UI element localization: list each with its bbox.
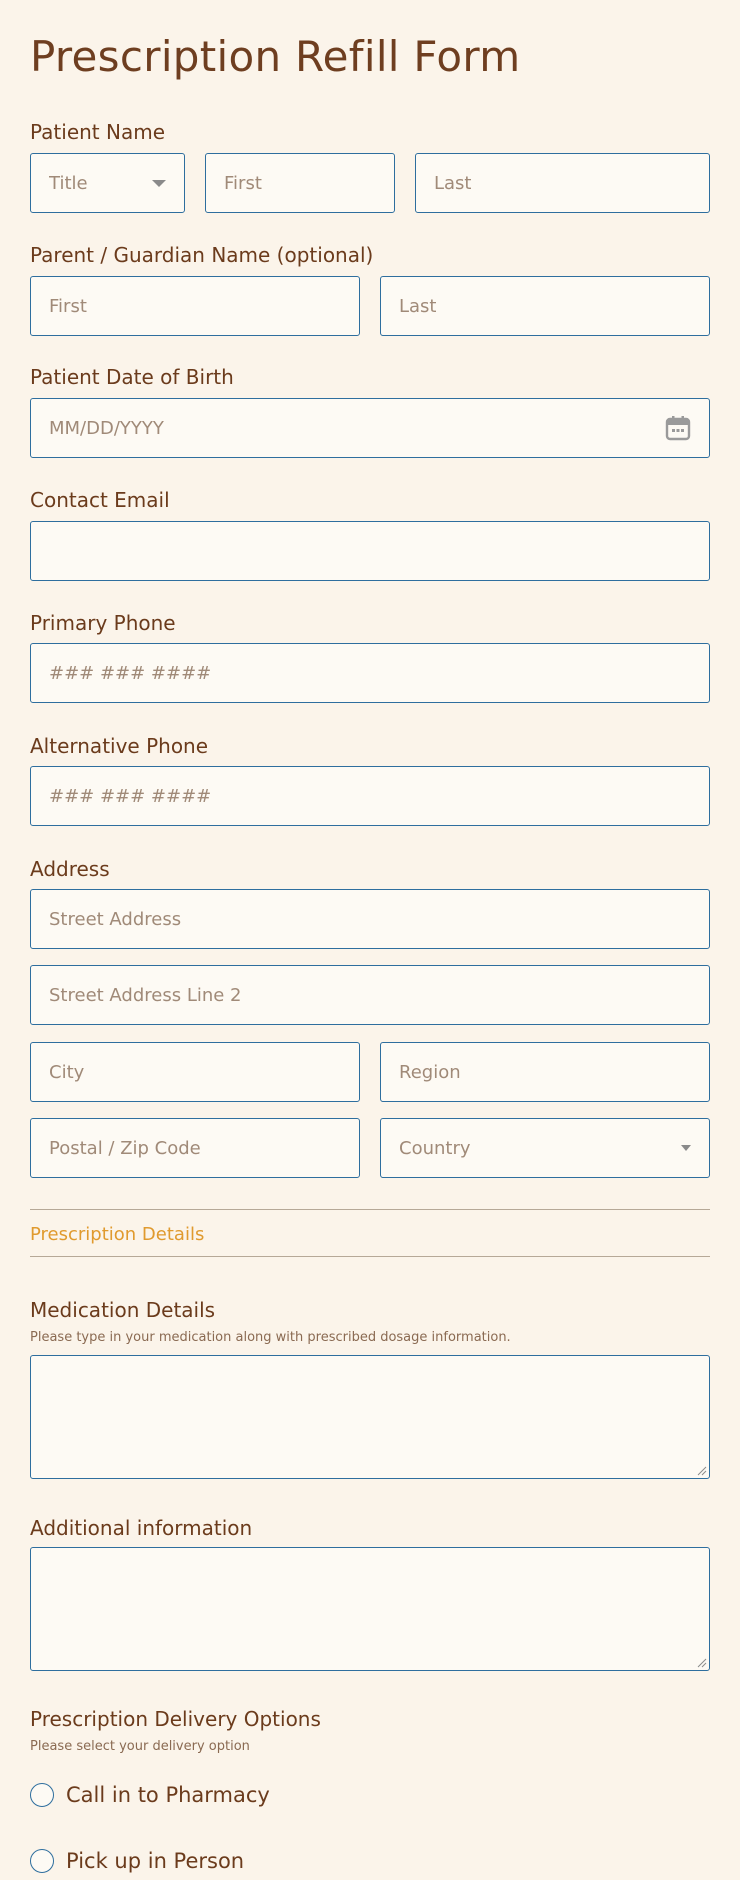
dob-input[interactable]: MM/DD/YYYY <box>30 398 710 458</box>
section-divider-top <box>30 1209 710 1210</box>
medication-details-textarea[interactable] <box>30 1355 710 1479</box>
alt-phone-placeholder: ### ### #### <box>49 785 212 807</box>
email-input[interactable] <box>30 521 710 581</box>
postal-code-input[interactable]: Postal / Zip Code <box>30 1118 360 1178</box>
medication-details-sublabel: Please type in your medication along wit… <box>30 1330 511 1345</box>
delivery-options-label: Prescription Delivery Options <box>30 1707 321 1731</box>
guardian-name-label: Parent / Guardian Name (optional) <box>30 243 374 267</box>
additional-info-label: Additional information <box>30 1516 253 1540</box>
radio-button[interactable] <box>30 1783 54 1807</box>
delivery-options-sublabel: Please select your delivery option <box>30 1739 250 1754</box>
delivery-option-call-in[interactable]: Call in to Pharmacy <box>30 1783 270 1807</box>
chevron-down-icon <box>681 1145 691 1151</box>
patient-last-name-placeholder: Last <box>434 172 472 194</box>
primary-phone-placeholder: ### ### #### <box>49 662 212 684</box>
dob-placeholder: MM/DD/YYYY <box>49 417 164 439</box>
country-select-value: Country <box>399 1137 471 1159</box>
section-divider-bottom <box>30 1256 710 1257</box>
delivery-option-label: Call in to Pharmacy <box>66 1783 270 1807</box>
primary-phone-label: Primary Phone <box>30 611 176 635</box>
country-select[interactable]: Country <box>380 1118 710 1178</box>
region-placeholder: Region <box>399 1061 461 1083</box>
title-select[interactable]: Title <box>30 153 185 213</box>
chevron-down-icon <box>152 179 166 187</box>
radio-button[interactable] <box>30 1849 54 1873</box>
street-address-line2-placeholder: Street Address Line 2 <box>49 984 242 1006</box>
patient-last-name-input[interactable]: Last <box>415 153 710 213</box>
title-select-value: Title <box>49 172 88 194</box>
resize-handle-icon[interactable] <box>697 1658 707 1668</box>
street-address-placeholder: Street Address <box>49 908 182 930</box>
prescription-refill-form: Prescription Refill Form Patient Name Ti… <box>0 0 740 1880</box>
guardian-last-name-input[interactable]: Last <box>380 276 710 336</box>
delivery-option-pick-up[interactable]: Pick up in Person <box>30 1849 244 1873</box>
street-address-input[interactable]: Street Address <box>30 889 710 949</box>
alt-phone-input[interactable]: ### ### #### <box>30 766 710 826</box>
patient-first-name-input[interactable]: First <box>205 153 395 213</box>
dob-label: Patient Date of Birth <box>30 365 234 389</box>
guardian-first-name-input[interactable]: First <box>30 276 360 336</box>
guardian-first-name-placeholder: First <box>49 295 87 317</box>
patient-name-label: Patient Name <box>30 120 165 144</box>
medication-details-label: Medication Details <box>30 1298 216 1322</box>
alt-phone-label: Alternative Phone <box>30 734 209 758</box>
email-label: Contact Email <box>30 488 170 512</box>
delivery-option-label: Pick up in Person <box>66 1849 245 1873</box>
street-address-line2-input[interactable]: Street Address Line 2 <box>30 965 710 1025</box>
region-input[interactable]: Region <box>380 1042 710 1102</box>
form-title: Prescription Refill Form <box>30 32 521 81</box>
address-label: Address <box>30 857 110 881</box>
section-header-prescription-details: Prescription Details <box>30 1224 205 1245</box>
postal-code-placeholder: Postal / Zip Code <box>49 1137 201 1159</box>
city-input[interactable]: City <box>30 1042 360 1102</box>
additional-info-textarea[interactable] <box>30 1547 710 1671</box>
guardian-last-name-placeholder: Last <box>399 295 437 317</box>
patient-first-name-placeholder: First <box>224 172 262 194</box>
calendar-icon[interactable] <box>665 415 691 441</box>
city-placeholder: City <box>49 1061 85 1083</box>
primary-phone-input[interactable]: ### ### #### <box>30 643 710 703</box>
resize-handle-icon[interactable] <box>697 1466 707 1476</box>
